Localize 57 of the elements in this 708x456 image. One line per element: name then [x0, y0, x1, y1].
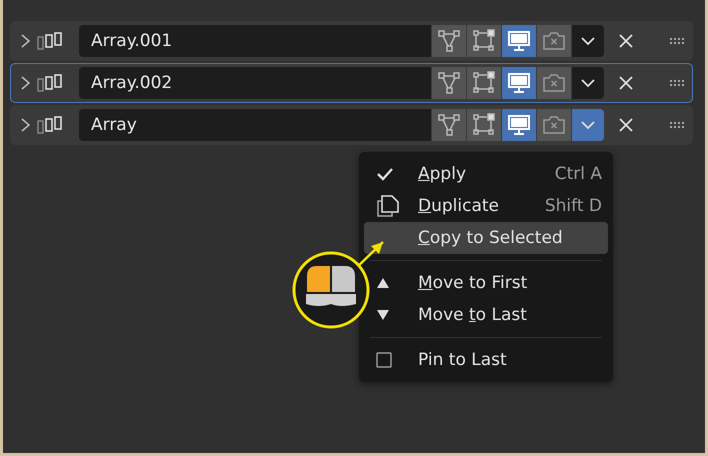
triangle-vertices-icon [437, 71, 461, 95]
check-icon [376, 167, 394, 181]
menu-item[interactable]: Pin to Last [364, 344, 608, 376]
viewport-toggle[interactable] [502, 67, 536, 99]
chevron-down-icon [580, 78, 596, 88]
menu-item[interactable]: Move to First [364, 267, 608, 299]
shortcut-label: Ctrl A [554, 164, 602, 184]
viewport-toggle[interactable] [502, 109, 536, 141]
edit-mode-toggle[interactable] [432, 67, 466, 99]
close-icon [618, 75, 634, 91]
dropdown-button[interactable] [572, 67, 604, 99]
checkbox[interactable] [376, 352, 392, 368]
modifier-icon [37, 32, 63, 50]
menu-item[interactable]: Copy to Selected [364, 222, 608, 254]
square-vertices-icon [472, 29, 496, 53]
render-toggle[interactable] [537, 67, 571, 99]
monitor-icon [507, 113, 531, 137]
chevron-down-icon [580, 120, 596, 130]
cage-toggle[interactable] [467, 67, 501, 99]
modifier-name-field[interactable]: Array.002 [79, 67, 431, 99]
modifier-icon [37, 116, 63, 134]
modifier-icon [37, 74, 63, 92]
menu-item[interactable]: Duplicate Shift D [364, 190, 608, 222]
modifier-row[interactable]: Array [10, 105, 693, 145]
cage-toggle[interactable] [467, 109, 501, 141]
dropdown-button[interactable] [572, 25, 604, 57]
modifier-row[interactable]: Array.001 [10, 21, 693, 61]
cage-toggle[interactable] [467, 25, 501, 57]
shortcut-label: Shift D [544, 196, 602, 216]
chevron-down-icon [580, 36, 596, 46]
triangle-up-icon [376, 277, 390, 289]
copy-icon [376, 194, 400, 218]
expand-chevron-icon[interactable] [19, 118, 31, 132]
modifier-row[interactable]: Array.002 [10, 63, 693, 103]
edit-mode-toggle[interactable] [432, 25, 466, 57]
triangle-vertices-icon [437, 29, 461, 53]
square-vertices-icon [472, 113, 496, 137]
triangle-vertices-icon [437, 113, 461, 137]
menu-item[interactable]: Move to Last [364, 299, 608, 331]
expand-chevron-icon[interactable] [19, 34, 31, 48]
render-toggle[interactable] [537, 25, 571, 57]
drag-handle-icon[interactable] [670, 80, 686, 86]
drag-handle-icon[interactable] [670, 38, 686, 44]
square-vertices-icon [472, 71, 496, 95]
viewport-toggle[interactable] [502, 25, 536, 57]
menu-item[interactable]: Apply Ctrl A [364, 158, 608, 190]
modifier-name-field[interactable]: Array [79, 109, 431, 141]
modifier-name-field[interactable]: Array.001 [79, 25, 431, 57]
render-toggle[interactable] [537, 109, 571, 141]
edit-mode-toggle[interactable] [432, 109, 466, 141]
monitor-icon [507, 29, 531, 53]
close-icon [618, 33, 634, 49]
expand-chevron-icon[interactable] [19, 76, 31, 90]
triangle-down-icon [376, 309, 390, 321]
drag-handle-icon[interactable] [670, 122, 686, 128]
monitor-icon [507, 71, 531, 95]
close-icon [618, 117, 634, 133]
